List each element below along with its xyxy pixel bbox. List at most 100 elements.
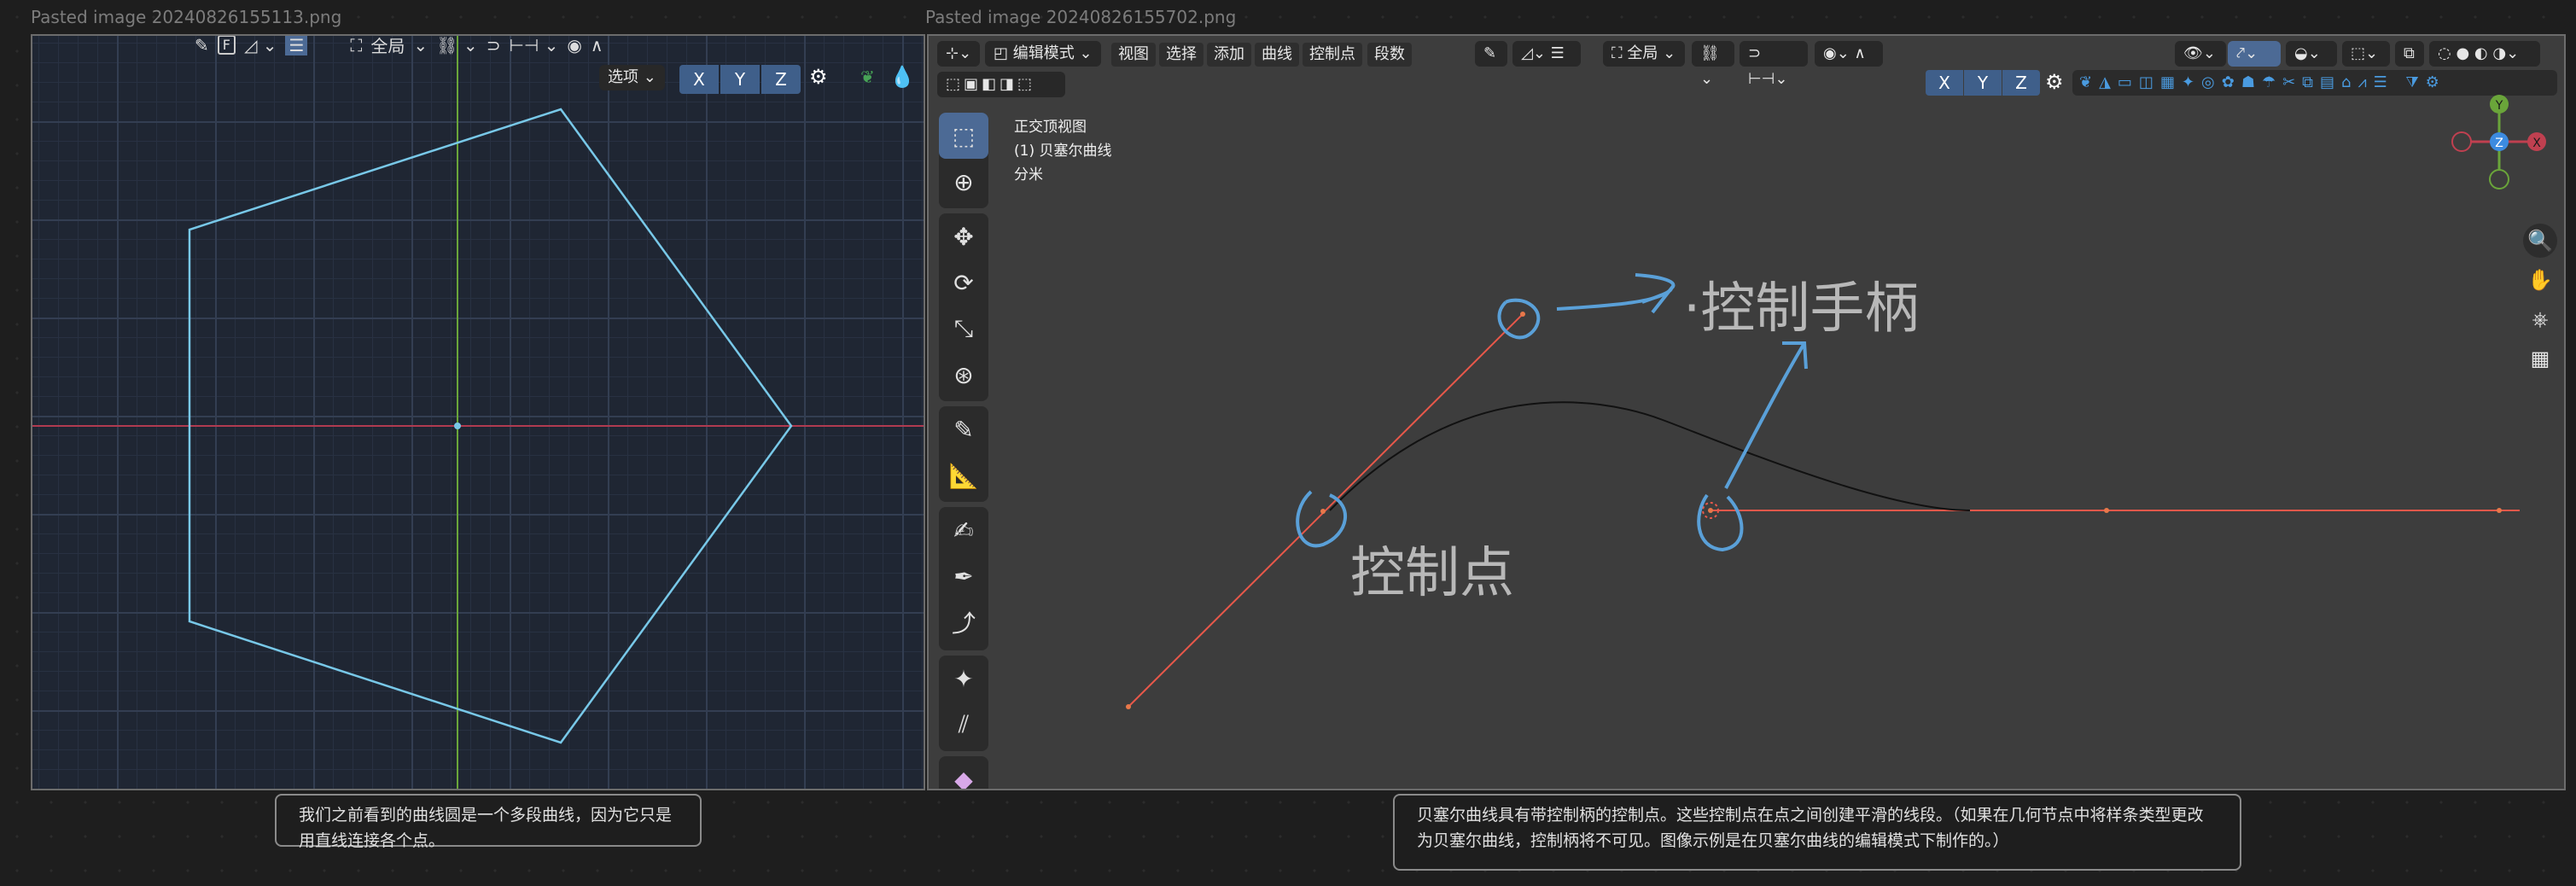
transform-pivot-icon[interactable]: ⛶	[350, 36, 362, 55]
transform-icon[interactable]: ⊛	[939, 352, 988, 398]
scale-icon[interactable]: ⤡	[939, 306, 988, 352]
curve-icon: ◿⌄ ☰	[1521, 44, 1565, 62]
shading-solid-icon: ●	[2456, 44, 2470, 62]
tilt-icon[interactable]: ⫽	[939, 702, 988, 748]
menu-add[interactable]: 添加	[1207, 43, 1251, 67]
object-name: (1) 贝塞尔曲线	[1014, 143, 1112, 160]
right-viewport-canvas	[1126, 273, 2520, 709]
curve-icon[interactable]: ⤴	[939, 599, 988, 645]
handle-line-left	[1128, 313, 1524, 708]
magnet-icon[interactable]: ⊃	[487, 36, 501, 55]
chevron-down-icon[interactable]: ⌄	[413, 36, 428, 55]
annotation-circle-point	[1296, 490, 1347, 548]
list-icon[interactable]: ☰	[285, 36, 308, 55]
axis-y-button[interactable]: Y	[720, 65, 760, 94]
shading-modes[interactable]: ◌ ● ◐ ◑⌄	[2429, 41, 2540, 67]
falloff-icon[interactable]: ∧	[591, 36, 603, 55]
editor-type-button[interactable]: ⊹⌄	[937, 41, 980, 67]
leaf-icon[interactable]: ❦	[860, 67, 875, 87]
annotation-arrow-handle	[1556, 273, 1676, 311]
axis-y-button[interactable]: Y	[1964, 70, 2002, 96]
gizmo-y-label: Y	[2495, 99, 2503, 113]
control-point-left	[1320, 509, 1326, 514]
left-file-label: Pasted image 20240826155113.png	[31, 7, 342, 27]
control-point-right	[1702, 502, 1719, 519]
edit-mode-icon: ◰	[994, 44, 1009, 62]
measure-icon[interactable]: 📐	[939, 452, 988, 498]
zoom-icon[interactable]: 🔍	[2523, 224, 2557, 258]
curve-mode-icon[interactable]: ◿ ⌄	[244, 36, 277, 55]
tool-group-edit: ✦ ⫽	[939, 656, 988, 751]
radius-icon[interactable]: ✦	[939, 656, 988, 702]
right-viewport[interactable]: ⊹⌄ ◰ 编辑模式 ⌄ 视图 选择 添加 曲线 控制点 段数 ✎ ◿⌄ ☰ ⛶ …	[927, 34, 2566, 790]
left-header-toolbar: ✎ F ◿ ⌄ ☰ ⛶ 全局 ⌄ ⛓ ⌄ ⊃ ⊢⊣ ⌄ ◉ ∧	[195, 36, 603, 57]
drop-icon[interactable]: 💧	[889, 65, 915, 89]
handle-annotation-label: ·控制手柄	[1683, 277, 1920, 341]
annotate-icon[interactable]: ✎	[939, 406, 988, 452]
visibility-icon[interactable]: 👁⌄	[2175, 41, 2226, 67]
chevron-down-icon: ⌄	[643, 68, 656, 86]
left-viewport[interactable]: ✎ F ◿ ⌄ ☰ ⛶ 全局 ⌄ ⛓ ⌄ ⊃ ⊢⊣ ⌄ ◉ ∧ 选项 ⌄ X Y…	[31, 34, 925, 790]
tool-group-curve: ✍ ✒ ⤴	[939, 507, 988, 650]
eyedropper-icon[interactable]: ✎	[195, 36, 209, 55]
transform-pivot-dropdown[interactable]: ⛶ 全局 ⌄	[1603, 41, 1685, 67]
handle-point-left-top	[1520, 312, 1525, 317]
proportional-icon[interactable]: ◉	[567, 36, 581, 55]
overlay-icon[interactable]: ◒⌄	[2286, 41, 2337, 67]
pivot-icon: ⛶	[1611, 44, 1623, 62]
mesh-edit-overlay-icon[interactable]: ⬚⌄	[2342, 41, 2390, 67]
axis-x-button[interactable]: X	[679, 65, 719, 94]
shading-wire-icon: ◌	[2438, 44, 2451, 62]
handle-point-right-end	[2497, 508, 2502, 513]
handle-point-left-end	[1126, 704, 1131, 709]
gear-icon[interactable]: ⚙	[809, 65, 828, 89]
snap-icon[interactable]: F	[217, 36, 236, 55]
options-dropdown[interactable]: 选项 ⌄	[599, 65, 665, 90]
gizmo-x-label: X	[2532, 137, 2541, 150]
snap-increment-icon[interactable]: ⊢⊣ ⌄	[509, 36, 558, 55]
menu-segments[interactable]: 段数	[1367, 43, 1412, 67]
xray-icon[interactable]: ⧉	[2395, 41, 2424, 67]
global-label[interactable]: 全局	[370, 36, 405, 57]
right-file-label: Pasted image 20240826155702.png	[925, 7, 1237, 27]
link-icon[interactable]: ⛓⌄	[1692, 41, 1734, 88]
grid-icon[interactable]: ▦	[2523, 341, 2557, 376]
hand-icon[interactable]: ✋	[2523, 263, 2557, 297]
axis-z-button[interactable]: Z	[2002, 70, 2040, 96]
mode-dropdown[interactable]: ◰ 编辑模式 ⌄	[985, 41, 1101, 67]
handle-point-right-mid	[2104, 508, 2109, 513]
gear-icon[interactable]: ⚙	[2045, 70, 2064, 94]
axis-z-button[interactable]: Z	[761, 65, 801, 94]
menu-control-points[interactable]: 控制点	[1303, 43, 1362, 67]
tool-group-extra: ◆	[939, 756, 988, 790]
annotation-circle-control	[1697, 493, 1744, 552]
gizmo-toggle-icon[interactable]: ⤤⌄	[2228, 41, 2281, 67]
select-box-icon[interactable]: ⬚	[939, 113, 988, 159]
move-icon[interactable]: ✥	[939, 213, 988, 259]
unit-label: 分米	[1014, 166, 1043, 184]
draw-icon[interactable]: ✍	[939, 507, 988, 553]
pen-icon[interactable]: ✒	[939, 553, 988, 599]
rotate-icon[interactable]: ⟳	[939, 259, 988, 306]
proportional-edit-icon[interactable]: ◉⌄ ∧	[1815, 41, 1883, 67]
annotation-arrow-control	[1724, 341, 1808, 489]
curve-display-button[interactable]: ◿⌄ ☰	[1512, 41, 1581, 67]
camera-icon[interactable]: ⎈	[2523, 302, 2557, 336]
menu-select[interactable]: 选择	[1159, 43, 1203, 67]
cursor-icon[interactable]: ⊕	[939, 159, 988, 205]
chevron-down-icon: ⌄	[1663, 44, 1676, 62]
axis-x-button[interactable]: X	[1926, 70, 1963, 96]
link-icon[interactable]: ⛓ ⌄	[436, 36, 478, 55]
view-name: 正交顶视图	[1014, 119, 1087, 136]
snap-icon[interactable]: ⊃ ⊢⊣⌄	[1740, 41, 1808, 88]
menu-view[interactable]: 视图	[1111, 43, 1156, 67]
navigation-gizmo[interactable]: Y Z X	[2448, 89, 2550, 200]
extrude-icon[interactable]: ◆	[939, 756, 988, 790]
left-viewport-canvas	[32, 36, 924, 789]
shading-material-icon: ◐	[2474, 44, 2488, 62]
select-mode-buttons[interactable]: ⬚▣◧◨⬚	[937, 72, 1065, 97]
eyedropper-icon[interactable]: ✎	[1475, 41, 1507, 67]
right-caption: 贝塞尔曲线具有带控制柄的控制点。这些控制点在点之间创建平滑的线段。（如果在几何节…	[1393, 794, 2241, 871]
menu-curve[interactable]: 曲线	[1255, 43, 1299, 67]
origin-point	[454, 423, 461, 429]
